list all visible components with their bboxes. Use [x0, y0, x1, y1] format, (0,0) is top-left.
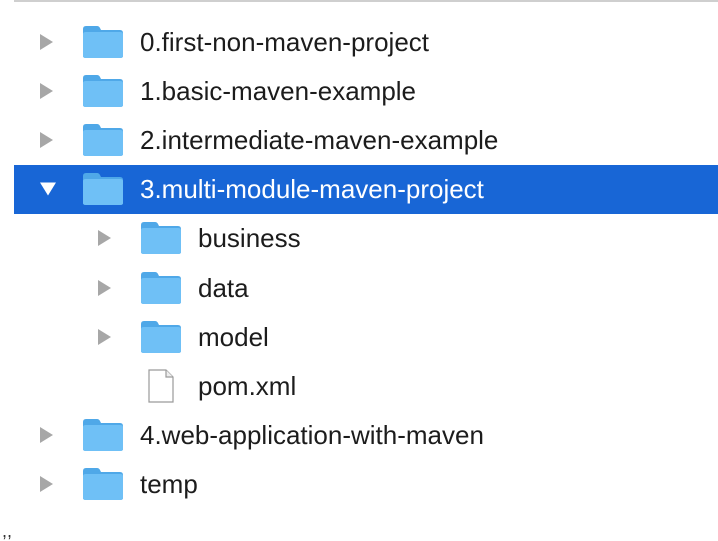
folder-icon: [82, 123, 124, 157]
disclosure-right-icon[interactable]: [98, 230, 111, 247]
disclosure-down-icon[interactable]: [40, 182, 56, 196]
folder-icon: [82, 172, 124, 206]
disclosure-right-icon[interactable]: [40, 427, 53, 444]
tree-item-label: pom.xml: [198, 370, 297, 401]
file-tree: 0.first-non-maven-project 1.basic-maven-e…: [14, 17, 718, 509]
tree-item-label: data: [198, 272, 249, 303]
tree-item-label: 0.first-non-maven-project: [140, 26, 429, 57]
folder-icon: [82, 74, 124, 108]
disclosure-right-icon[interactable]: [40, 476, 53, 493]
disclosure-right-icon[interactable]: [40, 82, 53, 99]
folder-icon: [140, 221, 182, 255]
folder-icon: [82, 418, 124, 452]
tree-item-label: 4.web-application-with-maven: [140, 420, 484, 451]
folder-icon: [140, 271, 182, 305]
tree-row[interactable]: 2.intermediate-maven-example: [14, 115, 718, 164]
tree-row[interactable]: pom.xml: [14, 361, 718, 410]
folder-icon: [82, 25, 124, 59]
folder-icon: [140, 320, 182, 354]
tree-item-label: business: [198, 223, 301, 254]
tree-item-label: model: [198, 321, 269, 352]
file-icon: [140, 369, 182, 403]
disclosure-right-icon[interactable]: [98, 328, 111, 345]
tree-row[interactable]: business: [14, 214, 718, 263]
tree-row[interactable]: 0.first-non-maven-project: [14, 17, 718, 66]
tree-item-label: temp: [140, 469, 198, 500]
folder-icon: [82, 467, 124, 501]
disclosure-right-icon[interactable]: [98, 279, 111, 296]
disclosure-right-icon[interactable]: [40, 33, 53, 50]
tree-item-label: 1.basic-maven-example: [140, 75, 417, 106]
tree-row[interactable]: data: [14, 263, 718, 312]
top-border: [14, 0, 718, 2]
stray-mark: ,,: [2, 521, 13, 541]
tree-item-label: 2.intermediate-maven-example: [140, 124, 499, 155]
tree-row[interactable]: 4.web-application-with-maven: [14, 411, 718, 460]
tree-row[interactable]: temp: [14, 460, 718, 509]
tree-row[interactable]: 1.basic-maven-example: [14, 66, 718, 115]
tree-row[interactable]: model: [14, 312, 718, 361]
disclosure-right-icon[interactable]: [40, 131, 53, 148]
tree-item-label: 3.multi-module-maven-project: [140, 174, 484, 205]
tree-row[interactable]: 3.multi-module-maven-project: [14, 164, 718, 214]
